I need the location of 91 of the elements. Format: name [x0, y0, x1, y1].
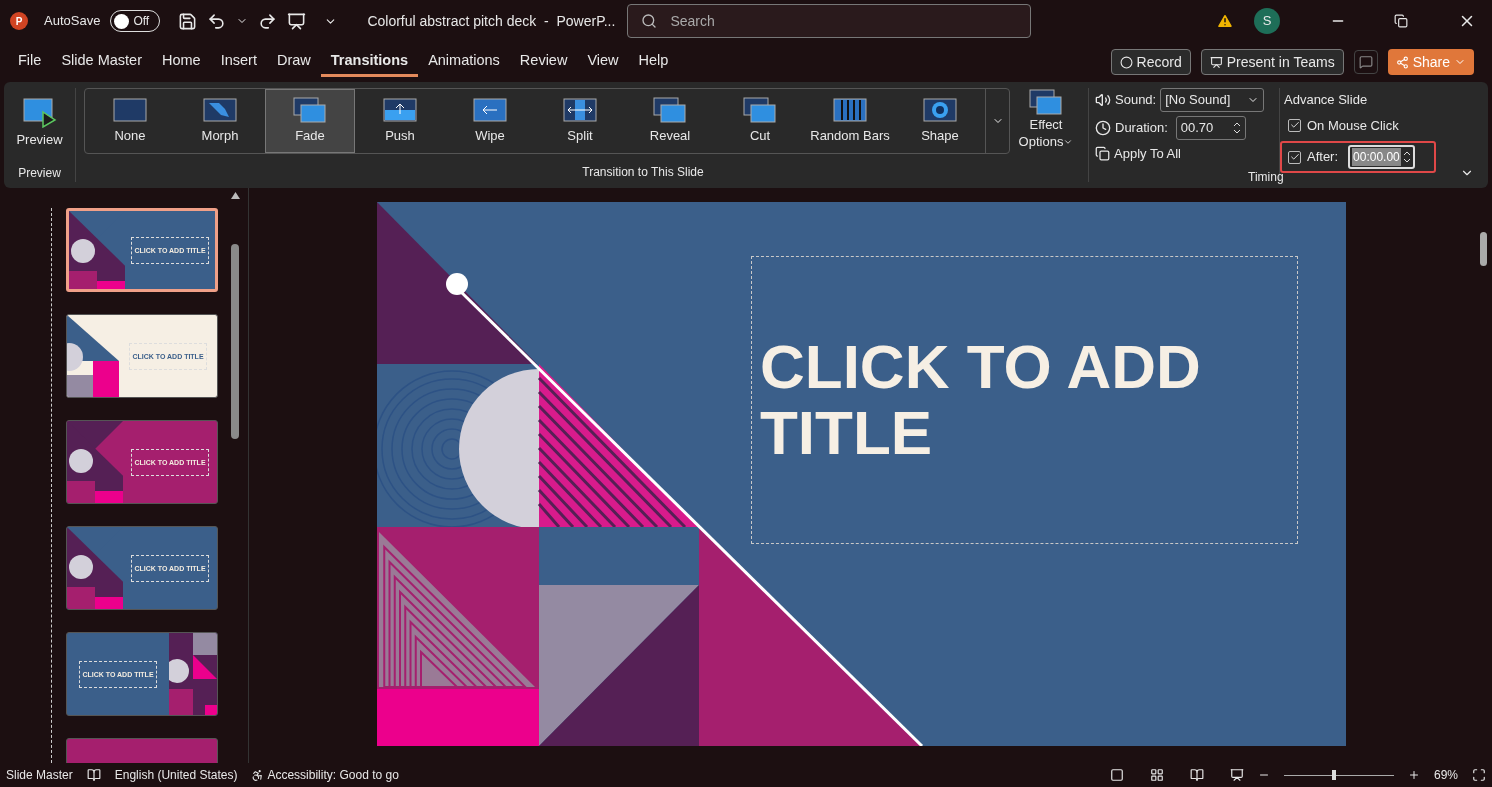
wipe-icon — [473, 96, 507, 125]
scrollbar-thumb[interactable] — [231, 244, 239, 439]
slideshow-icon[interactable] — [1229, 768, 1244, 782]
accessibility-status[interactable]: Accessibility: Good to go — [251, 766, 399, 784]
grid-view-icon[interactable] — [1149, 768, 1164, 782]
apply-to-all-button[interactable]: Apply To All — [1095, 144, 1275, 164]
duration-label: Duration: — [1115, 119, 1168, 138]
preview-icon — [22, 98, 57, 128]
menu-tab[interactable]: Help — [628, 47, 679, 77]
sound-label: Sound: — [1115, 91, 1157, 110]
checkbox[interactable] — [1288, 118, 1301, 132]
menu-tab[interactable]: View — [577, 47, 629, 77]
bars-icon — [833, 96, 867, 125]
slide-canvas[interactable]: CLICK TO ADD TITLE — [377, 202, 1346, 746]
menu-tab[interactable]: Slide Master — [51, 47, 152, 77]
autosave-label: AutoSave — [44, 12, 101, 31]
share-icon — [1395, 55, 1409, 69]
transition-option[interactable]: Split — [535, 89, 625, 153]
transition-option[interactable]: Push — [355, 89, 445, 153]
circle-shape-icon — [923, 96, 957, 125]
effect-options-button[interactable]: Effect Options — [1010, 82, 1082, 150]
view-mode-label[interactable]: Slide Master — [6, 766, 73, 784]
copy-icon — [1095, 146, 1110, 162]
zoom-percentage[interactable]: 69% — [1433, 766, 1458, 784]
overlapping-slides-icon — [743, 96, 777, 125]
spinner-arrows-icon — [1402, 150, 1411, 164]
split-icon — [563, 96, 597, 125]
group-label: Timing — [1248, 169, 1284, 186]
undo-icon[interactable] — [207, 11, 227, 31]
preview-button[interactable]: Preview — [16, 98, 63, 150]
menu-tab[interactable]: Home — [151, 47, 211, 77]
check-icon — [1289, 120, 1300, 131]
check-icon — [1289, 152, 1300, 162]
presentation-icon — [1209, 55, 1223, 69]
vertical-scrollbar[interactable] — [1479, 232, 1487, 266]
menu-tab[interactable]: Animations — [418, 47, 510, 77]
transition-option[interactable]: Random Bars — [805, 89, 895, 153]
search-field[interactable]: Search — [627, 4, 1032, 38]
group-label: Transition to This Slide — [582, 164, 704, 181]
user-avatar[interactable]: S — [1254, 8, 1280, 34]
present-in-teams-button[interactable]: Present in Teams — [1200, 49, 1344, 75]
menu-tab[interactable]: Draw — [266, 47, 321, 77]
menu-tab[interactable]: Insert — [210, 47, 267, 77]
comments-icon[interactable] — [1353, 50, 1378, 74]
app-logo-icon: P — [10, 12, 28, 30]
transition-option[interactable]: Wipe — [445, 89, 535, 153]
transition-option[interactable]: None — [85, 89, 175, 153]
menu-tab[interactable]: Review — [509, 47, 578, 77]
clock-icon — [1095, 120, 1111, 136]
advance-slide-heading: Advance Slide — [1284, 91, 1369, 109]
transition-option[interactable]: Reveal — [625, 89, 715, 153]
save-icon[interactable] — [178, 11, 198, 31]
duration-spinner[interactable]: 00.70 — [1175, 116, 1246, 140]
slide-title: CLICK TO ADD TITLE — [760, 334, 1202, 466]
zoom-slider-thumb[interactable] — [1331, 770, 1336, 780]
scroll-up-icon[interactable] — [230, 192, 240, 199]
restore-icon[interactable] — [1394, 14, 1408, 28]
overlapping-slides-icon — [653, 96, 687, 125]
group-label: Preview — [18, 165, 61, 182]
fit-to-window-icon[interactable] — [1472, 768, 1486, 782]
spinner-arrows-icon — [1232, 121, 1241, 135]
transition-option[interactable]: Cut — [715, 89, 805, 153]
transition-option[interactable]: Morph — [175, 89, 265, 153]
record-icon — [1119, 55, 1133, 69]
presentation-icon[interactable] — [287, 11, 307, 31]
menu-tab[interactable]: File — [8, 47, 52, 77]
overlapping-slides-icon — [1029, 88, 1063, 116]
blank-slide-icon — [113, 96, 147, 125]
menu-tab[interactable]: Transitions — [320, 47, 419, 77]
reading-view-icon[interactable] — [1189, 768, 1204, 782]
transition-option[interactable]: Shape — [895, 89, 985, 153]
document-title: Colorful abstract pitch deck - PowerP... — [367, 11, 617, 31]
checkbox-label: On Mouse Click — [1307, 116, 1399, 135]
record-button[interactable]: Record — [1110, 49, 1191, 75]
zoom-in-icon[interactable] — [1407, 769, 1420, 781]
title-placeholder[interactable]: CLICK TO ADD TITLE — [751, 256, 1298, 544]
push-icon — [383, 96, 417, 125]
checkbox-label: After: — [1307, 148, 1339, 167]
transition-option[interactable]: Fade — [265, 89, 355, 153]
language-label[interactable]: English (United States) — [114, 766, 238, 784]
normal-view-icon[interactable] — [1109, 768, 1124, 782]
speaker-icon — [1095, 92, 1111, 108]
search-icon — [641, 13, 658, 29]
sound-dropdown[interactable]: [No Sound] — [1160, 88, 1265, 112]
accessibility-icon — [251, 768, 265, 782]
warning-icon[interactable] — [1216, 12, 1234, 30]
overlapping-slides-icon — [293, 96, 327, 125]
checkbox[interactable] — [1288, 150, 1301, 164]
morph-icon — [203, 96, 237, 125]
after-spinner[interactable]: 00:00.00 — [1348, 145, 1415, 169]
spellcheck-icon[interactable] — [86, 768, 101, 782]
